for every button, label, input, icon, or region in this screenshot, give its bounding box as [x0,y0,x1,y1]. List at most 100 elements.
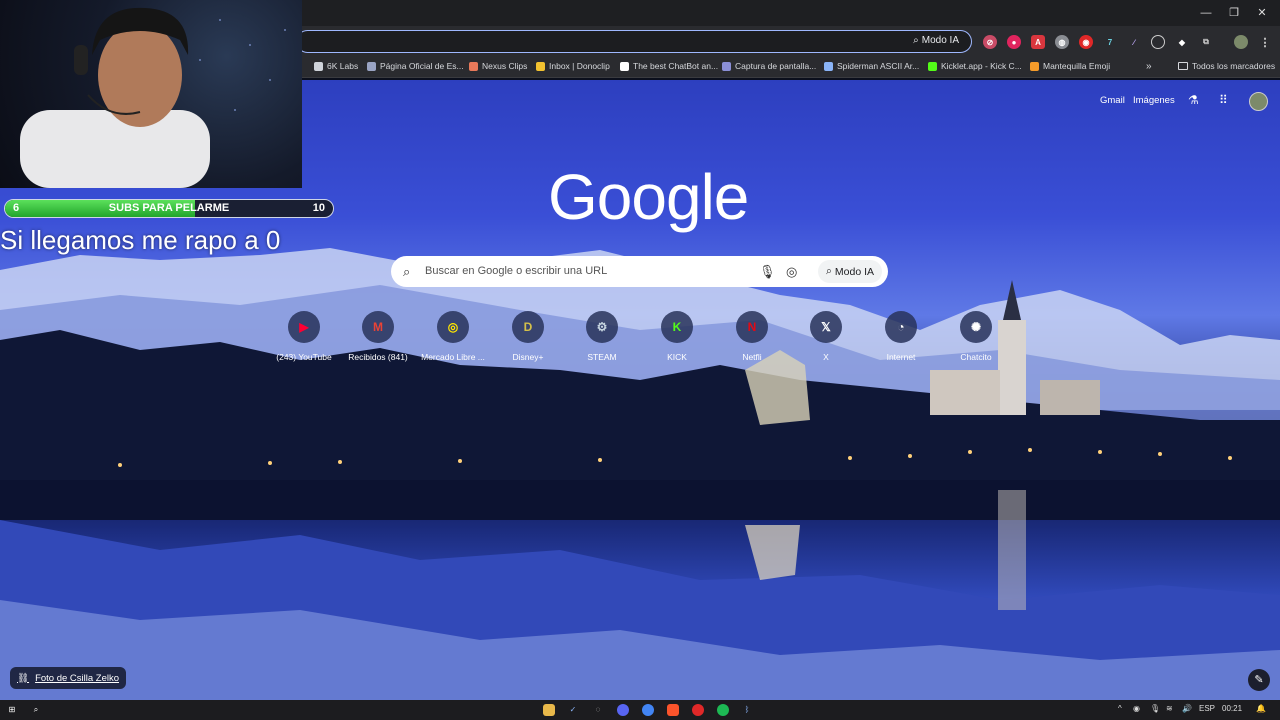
speedometer-icon: ◔ [885,311,917,343]
subs-goal-progress-bar: 6 SUBS PARA PELARME 10 [4,199,334,218]
bookmark-favicon-icon [620,61,629,71]
photo-credit-link[interactable]: ⛓ Foto de Csilla Zelko [10,667,127,689]
steam-icon: ⚙ [586,311,618,343]
tray-mic-icon[interactable]: 🎙 [1150,704,1160,713]
file-explorer-icon[interactable] [543,704,555,716]
gmail-link[interactable]: Gmail [1100,95,1125,106]
account-avatar[interactable] [1249,92,1268,111]
microphone-icon[interactable]: 🎙 [759,264,776,280]
extension-globe-icon[interactable]: ◍ [1055,35,1069,49]
brave-icon[interactable] [667,704,679,716]
bluetooth-app-icon[interactable]: ᛒ [741,704,753,716]
mercado-libre-icon: ◎ [437,311,469,343]
tray-record-icon[interactable]: ◉ [1133,704,1140,713]
subs-goal-count: 10 [312,202,325,214]
steam-taskbar-icon[interactable]: ✓ [567,704,579,716]
shortcut-tile[interactable]: ◎ Mercado Libre ... [416,311,490,362]
chatgpt-icon: ✺ [960,311,992,343]
windows-taskbar: ⊞ ⌕ ✓ ◌ ᛒ ^ ◉ 🎙 ≋ 🔊 ESP 00:21 🔔 [0,700,1280,720]
extension-record-icon[interactable]: ◉ [1079,35,1093,49]
apps-grid-icon[interactable]: ⠿ [1219,93,1228,107]
tray-volume-icon[interactable]: 🔊 [1182,704,1192,713]
shortcut-tile[interactable]: ⚙ STEAM [565,311,639,362]
search-spark-icon: ⌕ [826,265,832,277]
webcam-overlay [0,0,302,188]
bookmark-item[interactable]: Mantequilla Emoji [1030,61,1110,71]
bookmark-item[interactable]: Inbox | Donoclip [536,61,610,71]
restore-icon[interactable]: ❐ [1226,5,1242,21]
tray-wifi-icon[interactable]: ≋ [1166,704,1173,713]
extensions-puzzle-icon[interactable]: ⧉ [1199,35,1213,49]
search-icon: ⌕ [403,264,411,279]
address-bar[interactable]: ⌕ Modo IA [296,30,972,53]
shortcut-tile[interactable]: D Disney+ [491,311,565,362]
kick-icon: K [661,311,693,343]
google-logo: Google [548,161,749,233]
shortcut-tile[interactable]: N Netfli [715,311,789,362]
youtube-icon: ▶ [288,311,320,343]
minimize-icon[interactable]: — [1198,5,1214,21]
chrome-icon[interactable] [642,704,654,716]
customize-pencil-icon[interactable]: ✎ [1248,669,1270,691]
bookmark-favicon-icon [928,61,937,71]
images-link[interactable]: Imágenes [1133,95,1175,106]
google-lens-icon[interactable]: ◎ [786,264,797,280]
shortcut-tile[interactable]: ▶ (243) YouTube [267,311,341,362]
tray-notifications-icon[interactable]: 🔔 [1256,704,1266,713]
profile-avatar-icon[interactable] [1234,35,1248,49]
discord-icon[interactable] [617,704,629,716]
bookmark-item[interactable]: Nexus Clips [469,61,527,71]
shortcut-tile[interactable]: M Recibidos (841) [341,311,415,362]
browser-menu-icon[interactable]: ⋮ [1258,35,1272,49]
shortcut-tile[interactable]: ✺ Chatcito [939,311,1013,362]
bookmark-item[interactable]: Captura de pantalla... [722,61,816,71]
stream-goal-message: Si llegamos me rapo a 0 [0,225,281,255]
close-icon[interactable]: ✕ [1254,5,1270,21]
bookmark-favicon-icon [367,61,376,71]
ai-mode-button[interactable]: ⌕ Modo IA [818,260,882,283]
media-player-icon[interactable] [692,704,704,716]
extension-translate-icon[interactable]: 7 [1103,35,1117,49]
bookmark-item[interactable]: The best ChatBot an... [620,61,718,71]
extension-diamond-icon[interactable]: ◆ [1175,35,1189,49]
bookmark-item[interactable]: Spiderman ASCII Ar... [824,61,919,71]
link-icon: ⛓ [17,672,30,684]
search-input-placeholder: Buscar en Google o escribir una URL [425,265,608,277]
shortcut-tile[interactable]: K KICK [640,311,714,362]
disney-plus-icon: D [512,311,544,343]
obs-icon[interactable]: ◌ [592,704,604,716]
omnibox-ai-mode-button[interactable]: ⌕ Modo IA [907,33,965,49]
bookmark-item[interactable]: 6K Labs [314,61,358,71]
extension-pen-icon[interactable]: ∕ [1127,35,1141,49]
extension-circle-icon[interactable] [1151,35,1165,49]
bookmark-favicon-icon [469,61,478,71]
ntp-search-box[interactable]: ⌕ Buscar en Google o escribir una URL 🎙 … [391,256,888,287]
spotify-icon[interactable] [717,704,729,716]
extension-compass-icon[interactable]: ⊘ [983,35,997,49]
search-spark-icon: ⌕ [913,35,919,46]
subs-goal-label: SUBS PARA PELARME [108,202,230,214]
bookmark-favicon-icon [824,61,833,71]
bookmarks-overflow-chevron-icon[interactable]: » [1146,61,1152,72]
x-twitter-icon: 𝕏 [810,311,842,343]
extension-drop-icon[interactable]: ● [1007,35,1021,49]
shortcut-tile[interactable]: ◔ Internet [864,311,938,362]
bookmark-favicon-icon [314,61,323,71]
tray-language[interactable]: ESP [1199,704,1215,713]
bookmark-favicon-icon [536,61,545,71]
bookmark-favicon-icon [1030,61,1039,71]
netflix-icon: N [736,311,768,343]
tray-clock[interactable]: 00:21 [1222,704,1242,713]
bookmarks-folder[interactable]: Todos los marcadores [1178,61,1275,71]
gmail-icon: M [362,311,394,343]
bookmark-item[interactable]: Página Oficial de Es... [367,61,464,71]
omnibox-ai-mode-label: Modo IA [921,35,959,46]
bookmark-item[interactable]: Kicklet.app - Kick C... [928,61,1022,71]
tray-chevron-icon[interactable]: ^ [1118,704,1122,713]
labs-flask-icon[interactable]: ⚗ [1188,93,1199,107]
windows-start-icon[interactable]: ⊞ [6,704,18,716]
extension-adblock-icon[interactable]: A [1031,35,1045,49]
folder-icon [1178,62,1188,70]
shortcut-tile[interactable]: 𝕏X [789,311,863,362]
taskbar-search-icon[interactable]: ⌕ [30,704,42,716]
